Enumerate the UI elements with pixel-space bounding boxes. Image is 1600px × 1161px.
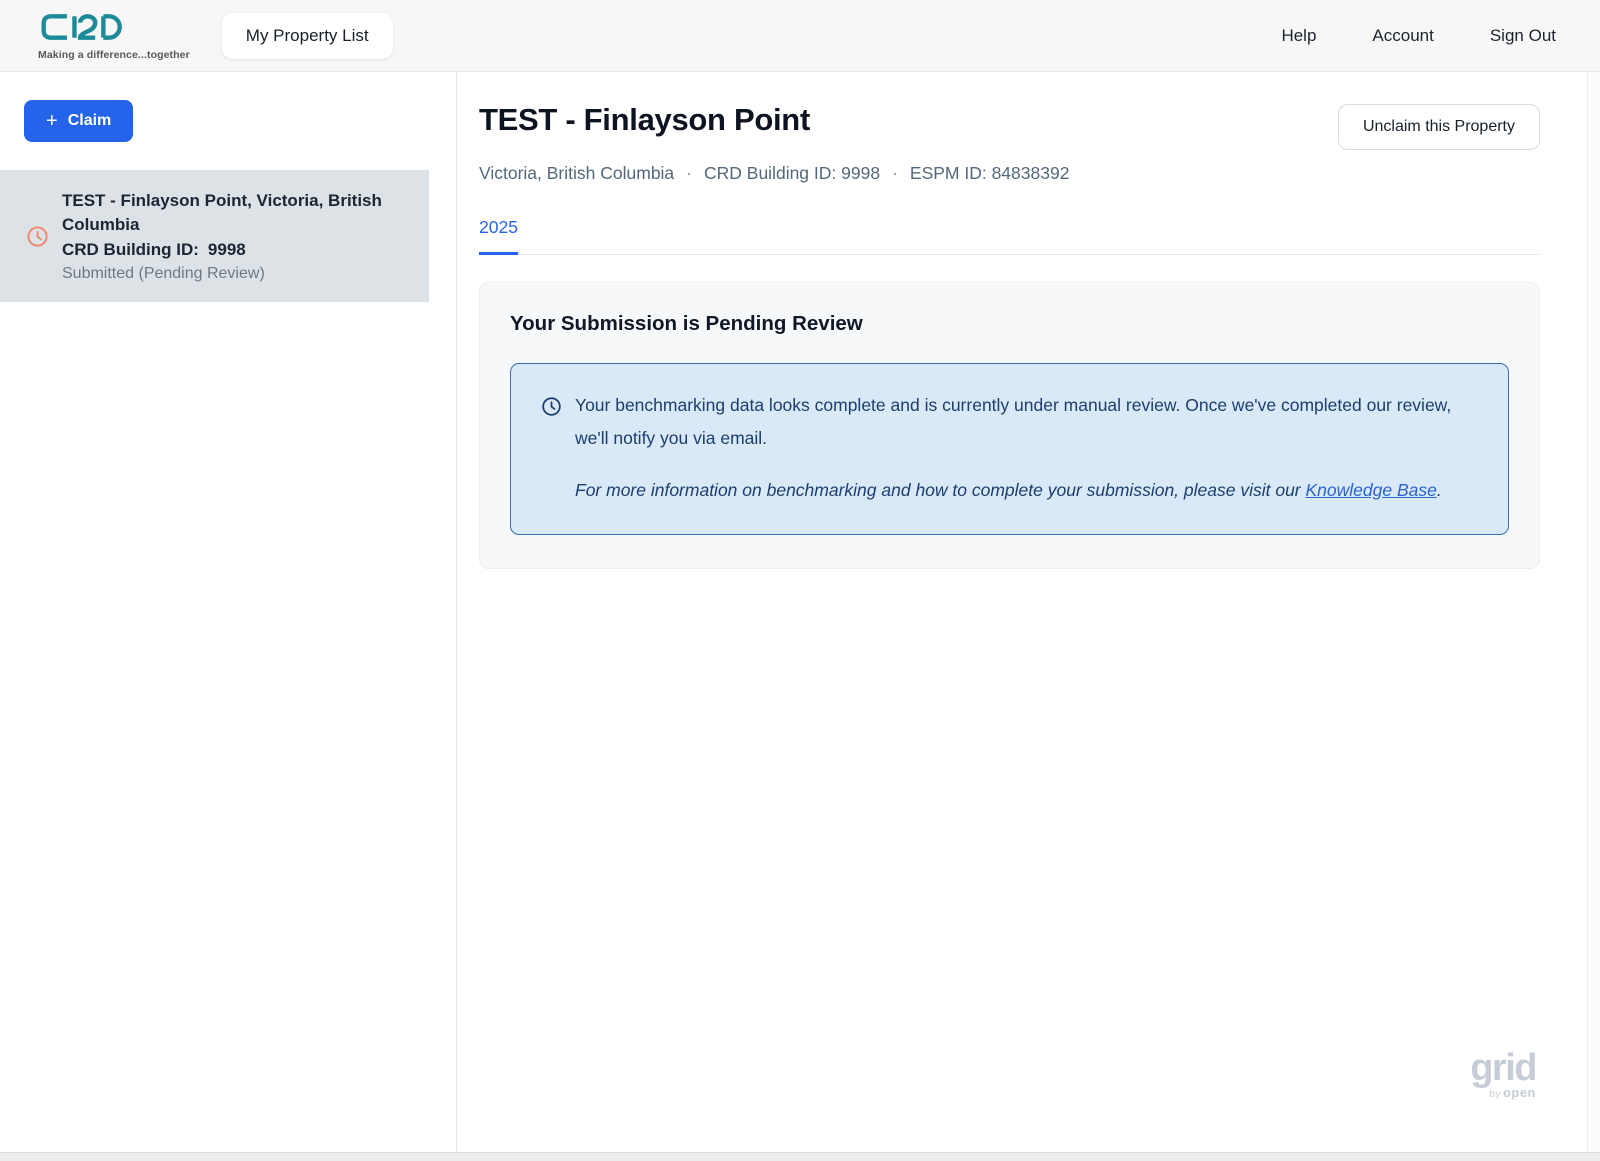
scrollbar-track[interactable] — [1587, 72, 1600, 1152]
nav-account-link[interactable]: Account — [1372, 26, 1433, 46]
top-bar: Making a difference...together My Proper… — [0, 0, 1600, 72]
crd-logo: Making a difference...together — [38, 10, 190, 61]
property-item-status: Submitted (Pending Review) — [62, 265, 415, 283]
property-item-title: TEST - Finlayson Point, Victoria, Britis… — [62, 189, 415, 237]
info-alert: Your benchmarking data looks complete an… — [510, 363, 1509, 535]
knowledge-base-link[interactable]: Knowledge Base — [1306, 480, 1437, 500]
app-window: Making a difference...together My Proper… — [0, 0, 1600, 1153]
tab-2025[interactable]: 2025 — [479, 217, 518, 255]
alert-info-suffix: . — [1437, 480, 1442, 500]
property-item-text: TEST - Finlayson Point, Victoria, Britis… — [62, 189, 415, 283]
claim-button[interactable]: + Claim — [24, 100, 133, 142]
unclaim-property-button[interactable]: Unclaim this Property — [1338, 104, 1540, 150]
alert-info-line: For more information on benchmarking and… — [575, 474, 1478, 507]
nav-sign-out-link[interactable]: Sign Out — [1490, 26, 1556, 46]
property-sidebar: + Claim TEST - Finlayson Point, Victoria… — [0, 72, 457, 1152]
meta-espm-id: ESPM ID: 84838392 — [910, 163, 1070, 184]
property-meta: Victoria, British Columbia · CRD Buildin… — [479, 163, 1540, 184]
property-item-building-id: CRD Building ID: 9998 — [62, 240, 415, 260]
claim-button-label: Claim — [68, 112, 112, 130]
building-id-value: 9998 — [208, 240, 246, 259]
meta-location: Victoria, British Columbia — [479, 163, 674, 184]
year-tabs: 2025 — [479, 217, 1540, 255]
crd-logo-icon — [38, 10, 126, 48]
byline-by: by — [1489, 1089, 1501, 1100]
building-id-label: CRD Building ID: — [62, 240, 199, 259]
grid-by-open-watermark: grid byopen — [1470, 1052, 1536, 1100]
title-row: TEST - Finlayson Point Unclaim this Prop… — [479, 102, 1540, 150]
top-nav: Help Account Sign Out — [1281, 26, 1556, 46]
byline-brand: open — [1503, 1085, 1536, 1100]
meta-crd-building-id: CRD Building ID: 9998 — [704, 163, 880, 184]
grid-logo: grid — [1470, 1052, 1536, 1084]
my-property-list-button[interactable]: My Property List — [222, 13, 393, 59]
logo-tagline: Making a difference...together — [38, 50, 190, 61]
pending-review-card: Your Submission is Pending Review Your b… — [479, 282, 1540, 569]
alert-clock-icon — [541, 395, 575, 455]
card-heading: Your Submission is Pending Review — [510, 312, 1509, 336]
nav-help-link[interactable]: Help — [1281, 26, 1316, 46]
pending-clock-icon — [26, 225, 49, 248]
page-title: TEST - Finlayson Point — [479, 102, 810, 138]
plus-icon: + — [46, 114, 58, 128]
alert-message: Your benchmarking data looks complete an… — [575, 389, 1478, 455]
alert-info-prefix: For more information on benchmarking and… — [575, 480, 1306, 500]
property-detail-panel: TEST - Finlayson Point Unclaim this Prop… — [457, 72, 1600, 1152]
meta-separator: · — [892, 163, 898, 184]
property-list-item-selected[interactable]: TEST - Finlayson Point, Victoria, Britis… — [0, 170, 429, 302]
meta-separator: · — [686, 163, 692, 184]
content-area: + Claim TEST - Finlayson Point, Victoria… — [0, 72, 1600, 1152]
